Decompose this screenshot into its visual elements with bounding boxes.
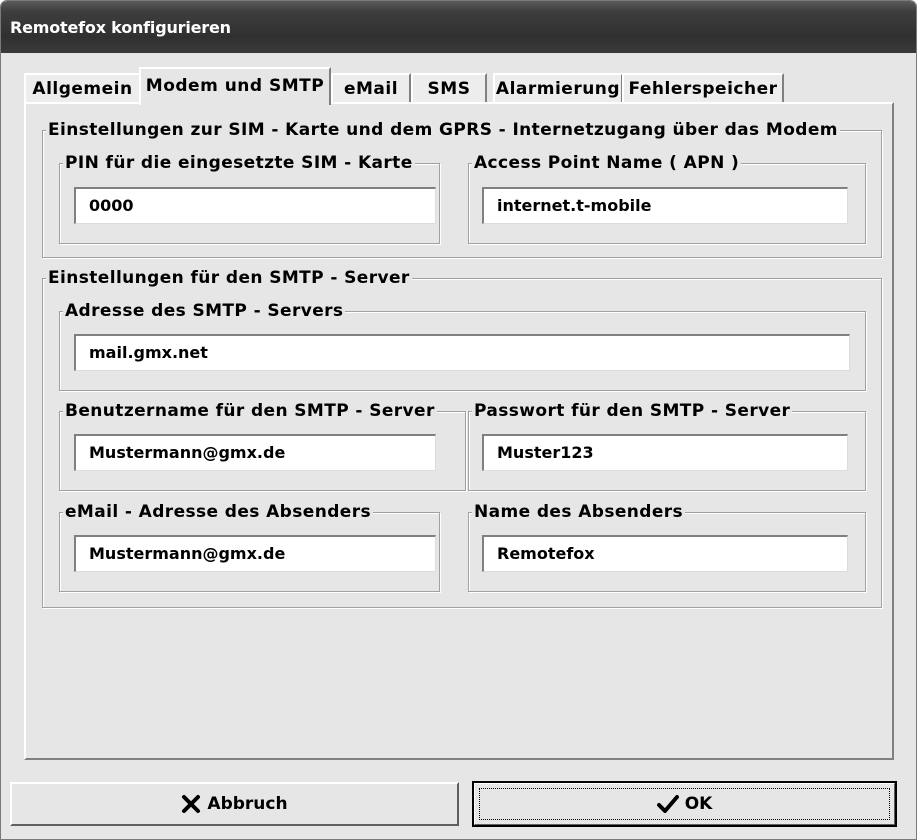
smtp-server-group: Adresse des SMTP - Servers mail.gmx.net xyxy=(59,299,866,391)
password-group: Passwort für den SMTP - Server Muster123 xyxy=(468,399,866,491)
tab-label: Allgemein xyxy=(32,79,133,99)
tab-modem-smtp[interactable]: Modem und SMTP xyxy=(139,67,331,105)
apn-input[interactable]: internet.t-mobile xyxy=(482,187,848,224)
sender-email-group: eMail - Adresse des Absenders Mustermann… xyxy=(59,500,440,592)
smtp-server-label: Adresse des SMTP - Servers xyxy=(63,299,346,323)
tab-label: Alarmierung xyxy=(495,79,621,99)
smtp-group-legend: Einstellungen für den SMTP - Server xyxy=(46,266,412,290)
password-label: Passwort für den SMTP - Server xyxy=(472,399,793,423)
modem-group: Einstellungen zur SIM - Karte und dem GP… xyxy=(42,118,882,258)
username-input[interactable]: Mustermann@gmx.de xyxy=(74,434,436,471)
tab-alarmierung[interactable]: Alarmierung xyxy=(493,73,623,103)
tab-label: Fehlerspeicher xyxy=(628,79,778,99)
focus-rectangle xyxy=(479,788,890,820)
tab-label: SMS xyxy=(427,79,471,99)
tab-sms[interactable]: SMS xyxy=(411,73,487,103)
sender-email-label: eMail - Adresse des Absenders xyxy=(63,500,374,524)
tab-fehlerspeicher[interactable]: Fehlerspeicher xyxy=(622,73,784,103)
sender-name-input[interactable]: Remotefox xyxy=(482,535,848,572)
modem-group-legend: Einstellungen zur SIM - Karte und dem GP… xyxy=(46,118,840,142)
sender-name-group: Name des Absenders Remotefox xyxy=(468,500,866,592)
sender-name-label: Name des Absenders xyxy=(472,500,686,524)
username-group: Benutzername für den SMTP - Server Muste… xyxy=(59,399,466,491)
tab-panel-modem-smtp: Einstellungen zur SIM - Karte und dem GP… xyxy=(24,102,894,760)
window-title: Remotefox konfigurieren xyxy=(10,18,231,37)
pin-input[interactable]: 0000 xyxy=(74,187,436,224)
tab-label: Modem und SMTP xyxy=(145,76,325,96)
smtp-group: Einstellungen für den SMTP - Server Adre… xyxy=(42,266,882,608)
apn-group: Access Point Name ( APN ) internet.t-mob… xyxy=(468,151,866,244)
config-dialog: Remotefox konfigurieren Allgemein Modem … xyxy=(0,0,917,840)
password-input[interactable]: Muster123 xyxy=(482,434,848,471)
smtp-server-input[interactable]: mail.gmx.net xyxy=(74,334,850,371)
username-label: Benutzername für den SMTP - Server xyxy=(63,399,437,423)
pin-label: PIN für die eingesetzte SIM - Karte xyxy=(63,151,415,175)
tab-allgemein[interactable]: Allgemein xyxy=(24,73,141,103)
title-bar[interactable]: Remotefox konfigurieren xyxy=(1,1,916,53)
apn-label: Access Point Name ( APN ) xyxy=(472,151,742,175)
pin-group: PIN für die eingesetzte SIM - Karte 0000 xyxy=(59,151,440,244)
x-icon xyxy=(181,794,201,814)
sender-email-input[interactable]: Mustermann@gmx.de xyxy=(74,535,436,572)
tab-label: eMail xyxy=(343,79,399,99)
cancel-button-label: Abbruch xyxy=(207,794,288,814)
cancel-button[interactable]: Abbruch xyxy=(10,782,459,826)
ok-button[interactable]: OK xyxy=(472,781,897,827)
tab-email[interactable]: eMail xyxy=(331,73,411,103)
